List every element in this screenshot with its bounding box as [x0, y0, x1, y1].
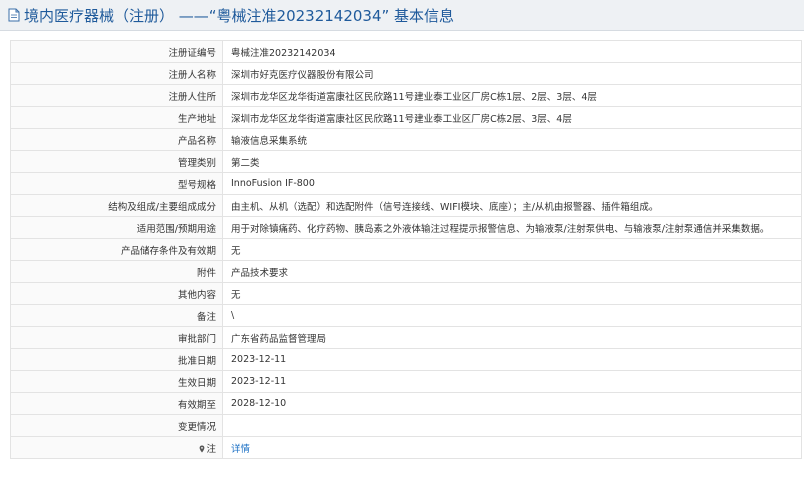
field-label: 审批部门	[10, 326, 223, 349]
table-row: 附件 产品技术要求	[10, 260, 802, 283]
table-row: 结构及组成/主要组成成分 由主机、从机（选配）和选配附件（信号连接线、WIFI模…	[10, 194, 802, 217]
field-value: 深圳市龙华区龙华街道富康社区民欣路11号建业泰工业区厂房C栋2层、3层、4层	[222, 106, 802, 129]
field-value: 第二类	[222, 150, 802, 173]
field-label: 附件	[10, 260, 223, 283]
info-table-body: 注册证编号 粤械注准20232142034 注册人名称 深圳市好克医疗仪器股份有…	[10, 40, 802, 459]
page-title: 境内医疗器械（注册） ——“粤械注准20232142034” 基本信息	[24, 6, 455, 25]
page: 境内医疗器械（注册） ——“粤械注准20232142034” 基本信息 注册证编…	[0, 0, 804, 480]
field-value	[222, 414, 802, 437]
field-label: 结构及组成/主要组成成分	[10, 194, 223, 217]
table-row: 备注 \	[10, 304, 802, 327]
field-label: 变更情况	[10, 414, 223, 437]
map-pin-icon	[199, 445, 205, 453]
field-label: 有效期至	[10, 392, 223, 415]
table-row: 型号规格 InnoFusion IF-800	[10, 172, 802, 195]
field-label: 产品名称	[10, 128, 223, 151]
field-label: 型号规格	[10, 172, 223, 195]
table-row: 适用范围/预期用途 用于对除镇痛药、化疗药物、胰岛素之外液体输注过程提示报警信息…	[10, 216, 802, 239]
table-row: 注册人名称 深圳市好克医疗仪器股份有限公司	[10, 62, 802, 85]
field-value: \	[222, 304, 802, 327]
field-value: 产品技术要求	[222, 260, 802, 283]
field-label: 批准日期	[10, 348, 223, 371]
table-row: 管理类别 第二类	[10, 150, 802, 173]
field-value: 深圳市好克医疗仪器股份有限公司	[222, 62, 802, 85]
note-row: 注 详情	[10, 436, 802, 459]
note-value-cell: 详情	[222, 436, 802, 459]
page-header: 境内医疗器械（注册） ——“粤械注准20232142034” 基本信息	[0, 0, 804, 31]
field-label: 注册人名称	[10, 62, 223, 85]
info-table-container: 注册证编号 粤械注准20232142034 注册人名称 深圳市好克医疗仪器股份有…	[10, 40, 802, 459]
field-value: InnoFusion IF-800	[222, 172, 802, 195]
note-label-cell: 注	[10, 436, 223, 459]
note-label: 注	[206, 443, 216, 455]
field-value: 2023-12-11	[222, 348, 802, 371]
field-label: 注册证编号	[10, 40, 223, 63]
field-value: 无	[222, 238, 802, 261]
details-link[interactable]: 详情	[231, 444, 250, 455]
field-value: 深圳市龙华区龙华街道富康社区民欣路11号建业泰工业区厂房C栋1层、2层、3层、4…	[222, 84, 802, 107]
table-row: 批准日期 2023-12-11	[10, 348, 802, 371]
field-label: 管理类别	[10, 150, 223, 173]
table-row: 有效期至 2028-12-10	[10, 392, 802, 415]
table-row: 其他内容 无	[10, 282, 802, 305]
field-label: 产品储存条件及有效期	[10, 238, 223, 261]
field-value: 无	[222, 282, 802, 305]
table-row: 注册证编号 粤械注准20232142034	[10, 40, 802, 63]
table-row: 生产地址 深圳市龙华区龙华街道富康社区民欣路11号建业泰工业区厂房C栋2层、3层…	[10, 106, 802, 129]
field-label: 生产地址	[10, 106, 223, 129]
field-label: 其他内容	[10, 282, 223, 305]
table-row: 产品名称 输液信息采集系统	[10, 128, 802, 151]
field-label: 注册人住所	[10, 84, 223, 107]
table-row: 注册人住所 深圳市龙华区龙华街道富康社区民欣路11号建业泰工业区厂房C栋1层、2…	[10, 84, 802, 107]
field-value: 由主机、从机（选配）和选配附件（信号连接线、WIFI模块、底座）；主/从机由报警…	[222, 194, 802, 217]
info-table: 注册证编号 粤械注准20232142034 注册人名称 深圳市好克医疗仪器股份有…	[10, 40, 802, 459]
field-label: 备注	[10, 304, 223, 327]
field-value: 粤械注准20232142034	[222, 40, 802, 63]
field-label: 适用范围/预期用途	[10, 216, 223, 239]
table-row: 生效日期 2023-12-11	[10, 370, 802, 393]
table-row: 审批部门 广东省药品监督管理局	[10, 326, 802, 349]
field-value: 用于对除镇痛药、化疗药物、胰岛素之外液体输注过程提示报警信息、为输液泵/注射泵供…	[222, 216, 802, 239]
field-value: 输液信息采集系统	[222, 128, 802, 151]
field-value: 广东省药品监督管理局	[222, 326, 802, 349]
document-icon	[8, 8, 20, 22]
table-row: 变更情况	[10, 414, 802, 437]
field-value: 2028-12-10	[222, 392, 802, 415]
field-label: 生效日期	[10, 370, 223, 393]
table-row: 产品储存条件及有效期 无	[10, 238, 802, 261]
field-value: 2023-12-11	[222, 370, 802, 393]
